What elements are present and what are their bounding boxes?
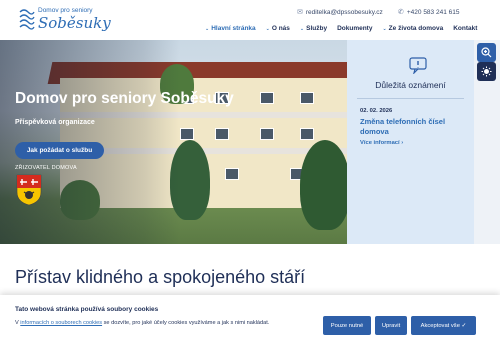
chevron-down-icon: ⌄ <box>265 25 270 32</box>
nav-label: Dokumenty <box>337 25 373 32</box>
hero-photo-window <box>260 92 274 104</box>
phone-icon: ✆ <box>398 9 404 16</box>
phone-link[interactable]: ✆ +420 583 241 615 <box>398 8 460 17</box>
phone-text: +420 583 241 615 <box>406 8 460 16</box>
apply-service-button[interactable]: Jak požádat o službu <box>15 142 104 159</box>
megaphone-icon <box>409 57 427 74</box>
nav-item-documents[interactable]: Dokumenty <box>332 25 377 32</box>
page: Domov pro seniory Soběsuky ✉ reditelka@d… <box>0 0 500 348</box>
email-text: reditelka@dpssobesuky.cz <box>305 8 383 16</box>
accept-all-button[interactable]: Akceptovat vše ✓ <box>411 316 476 335</box>
email-link[interactable]: ✉ reditelka@dpssobesuky.cz <box>297 8 383 17</box>
mail-icon: ✉ <box>297 9 303 16</box>
contrast-icon <box>481 66 492 77</box>
hero-photo-window <box>215 128 229 140</box>
notice-title: Důležitá oznámení <box>375 80 446 90</box>
site-header: Domov pro seniory Soběsuky ✉ reditelka@d… <box>0 0 500 40</box>
nav-item-about[interactable]: ⌄ O nás <box>261 25 295 32</box>
hero-title: Domov pro seniory Soběsuky <box>15 90 234 107</box>
cookie-text: V informacích o souborech cookies se doz… <box>15 319 270 328</box>
cookie-title: Tato webová stránka používá soubory cook… <box>15 306 159 313</box>
edit-cookies-button[interactable]: Upravit <box>375 316 407 335</box>
hero-photo-tree <box>300 140 347 230</box>
zoom-button[interactable] <box>477 43 496 62</box>
logo-subtitle: Domov pro seniory <box>38 7 93 14</box>
chevron-down-icon: ⌄ <box>382 25 387 32</box>
nav-label: O nás <box>271 25 290 32</box>
nav-label: Služby <box>306 25 328 32</box>
hero-photo-window <box>180 128 194 140</box>
nav-label: Ze života domova <box>388 25 444 32</box>
nav-item-life[interactable]: ⌄ Ze života domova <box>377 25 448 32</box>
cookie-info-link[interactable]: informacích o souborech cookies <box>20 320 102 326</box>
hero-photo-window <box>300 128 314 140</box>
accessibility-toolbar <box>474 40 500 244</box>
region-crest-icon[interactable] <box>16 174 42 206</box>
necessary-only-button[interactable]: Pouze nutné <box>323 316 371 335</box>
chevron-down-icon: ⌄ <box>299 25 305 32</box>
hero-photo-window <box>225 168 239 180</box>
site-logo[interactable]: Domov pro seniory Soběsuky <box>18 5 118 35</box>
logo-title: Soběsuky <box>38 14 111 32</box>
section-title: Přístav klidného a spokojeného stáří <box>15 267 306 287</box>
notice-more-link[interactable]: Více informací › <box>360 140 403 146</box>
notice-divider <box>357 98 464 99</box>
nav-label: Kontakt <box>453 25 478 32</box>
logo-wave-icon <box>19 9 35 30</box>
hero-banner: Domov pro seniory Soběsuky Příspěvková o… <box>0 40 347 244</box>
zoom-in-icon <box>481 47 492 58</box>
founder-label: ZŘIZOVATEL DOMOVA <box>15 165 77 171</box>
cookie-text-suffix: se dozvíte, pro jaké účely cookies využí… <box>102 320 270 326</box>
nav-item-contact[interactable]: Kontakt <box>448 25 482 32</box>
hero-photo-window <box>260 128 274 140</box>
contrast-button[interactable] <box>477 62 496 81</box>
cookie-banner: Tato webová stránka používá soubory cook… <box>0 295 500 348</box>
nav-item-home[interactable]: ⌄ Hlavní stránka <box>200 25 261 32</box>
notice-article-link[interactable]: Změna telefonních čísel domova <box>360 117 470 137</box>
chevron-down-icon: ⌄ <box>205 25 210 32</box>
hero-photo-window <box>300 92 314 104</box>
notice-panel: Důležitá oznámení 02. 02. 2026 Změna tel… <box>347 40 474 244</box>
notice-date: 02. 02. 2026 <box>360 108 393 114</box>
nav-label: Hlavní stránka <box>211 25 256 32</box>
main-nav: ⌄ Hlavní stránka ⌄ O nás ⌄ Služby Dokume… <box>200 25 482 32</box>
hero-subtitle: Příspěvková organizace <box>15 119 95 126</box>
nav-item-services[interactable]: ⌄ Služby <box>295 25 332 32</box>
